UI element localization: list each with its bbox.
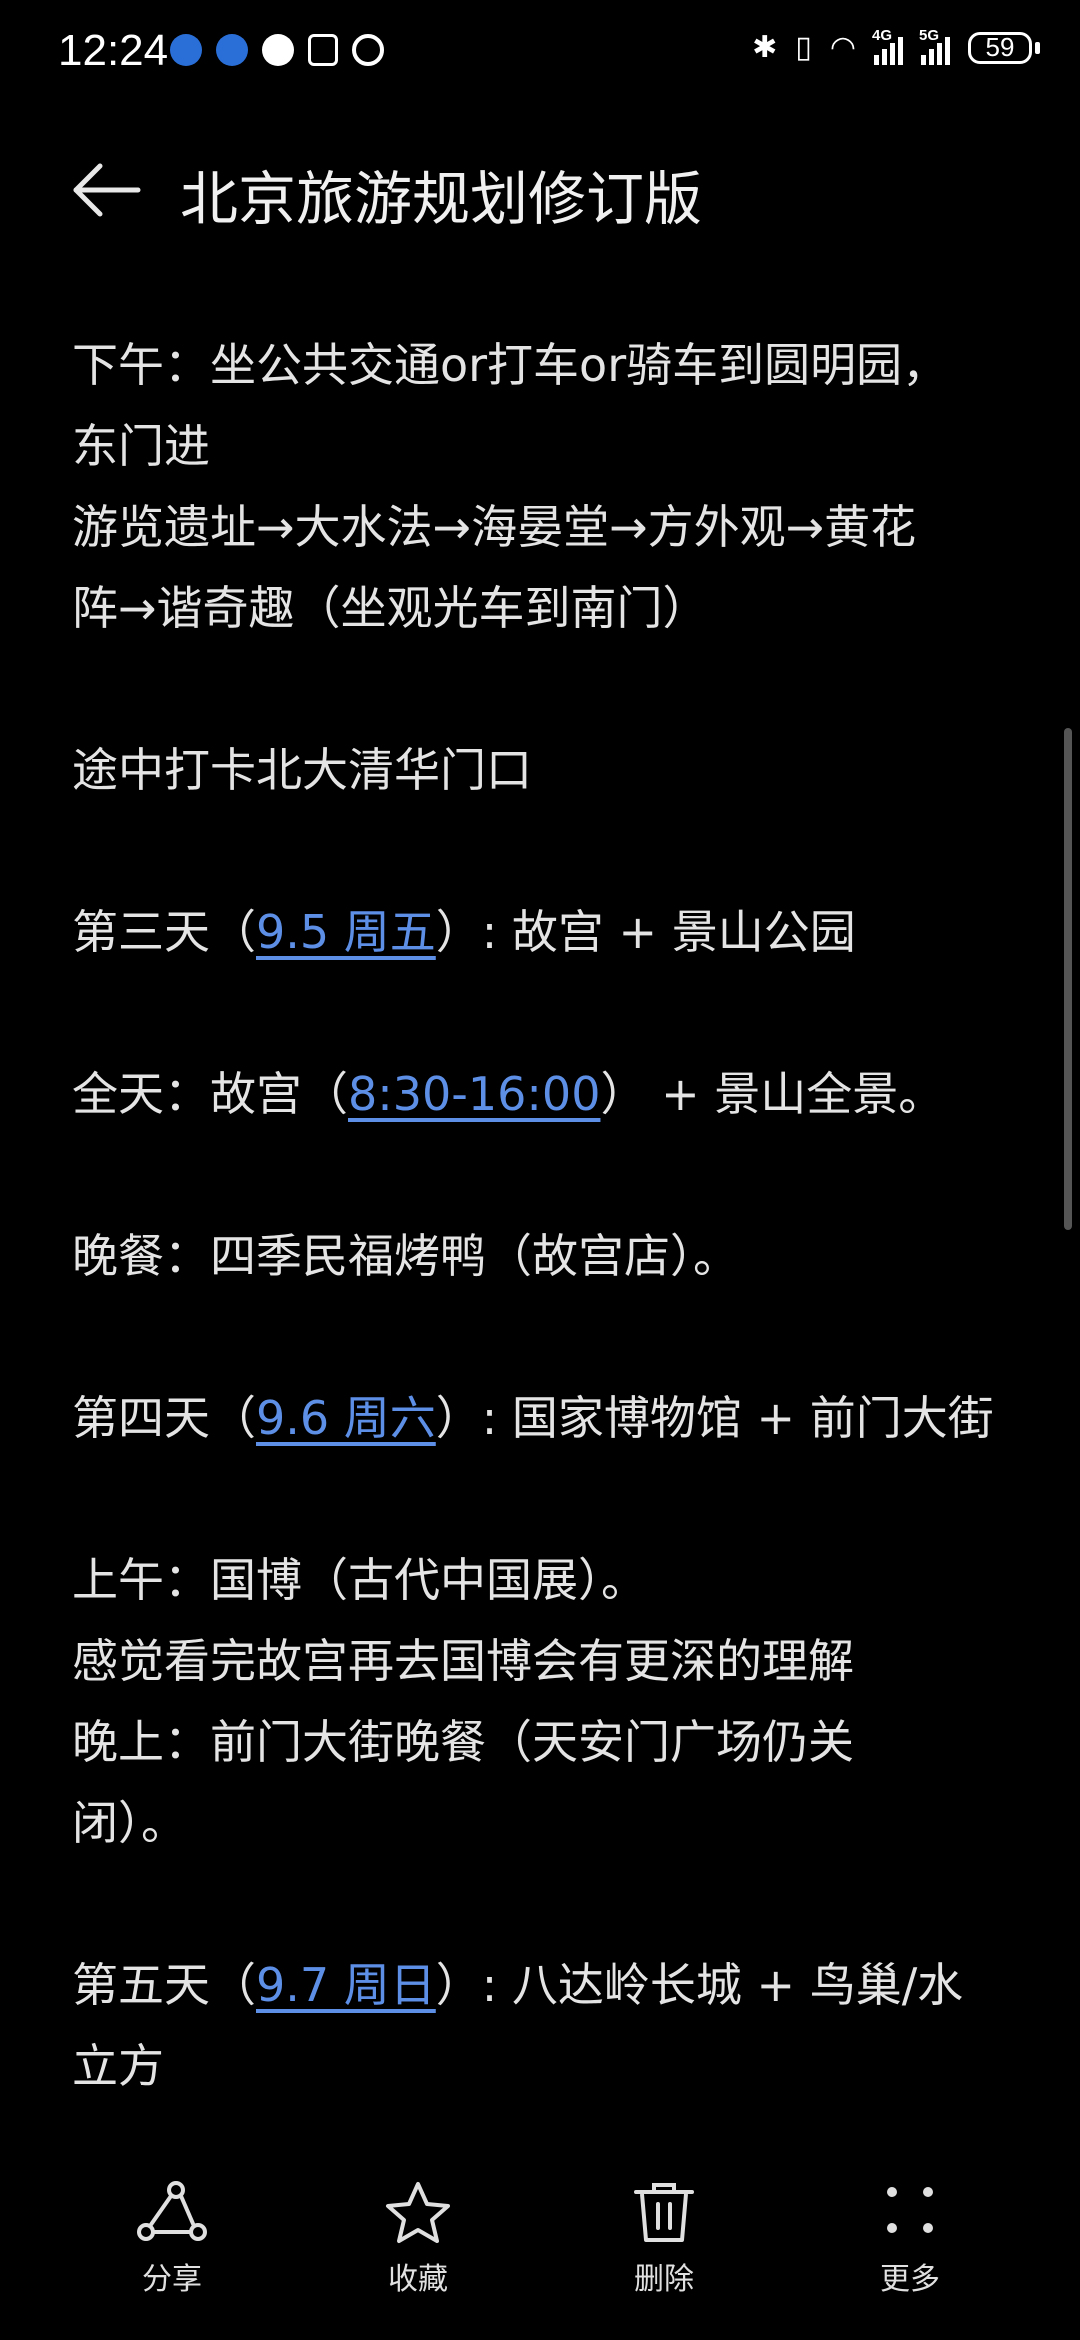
delete-button[interactable]: 删除 — [584, 2180, 744, 2298]
note-content[interactable]: 下午：坐公共交通or打车or骑车到圆明园， 东门进 游览遗址→大水法→海晏堂→方… — [72, 325, 1012, 2107]
date-link[interactable]: 9.7 周日 — [256, 1958, 436, 2012]
delete-label: 删除 — [634, 2262, 694, 2297]
text-line: 下午：坐公共交通or打车or骑车到圆明园， — [72, 338, 949, 392]
app-notification-icon — [262, 34, 294, 66]
share-icon — [137, 2181, 207, 2241]
day3-heading: 第三天（9.5 周五）: 故宫 + 景山公园 — [72, 905, 856, 959]
bottom-toolbar: 分享 收藏 删除 更多 — [0, 2140, 1080, 2340]
notification-icons — [170, 34, 384, 66]
system-icons: ✱ ▯ ◠ 4G 5G 59 — [752, 27, 1040, 65]
day4-heading: 第四天（9.6 周六）: 国家博物馆 + 前门大街 — [72, 1391, 994, 1445]
star-icon — [386, 2182, 450, 2243]
text-line: 全天：故宫（8:30-16:00） + 景山全景。 — [72, 1067, 945, 1121]
wifi-icon: ◠ — [829, 30, 856, 65]
battery-level: 59 — [968, 31, 1032, 64]
header: 北京旅游规划修订版 — [0, 130, 1080, 250]
text-line: 阵→谐奇趣（坐观光车到南门） — [72, 581, 709, 635]
status-time: 12:24 — [58, 26, 169, 75]
alarm-icon — [352, 34, 384, 66]
date-link[interactable]: 9.5 周五 — [256, 905, 436, 959]
share-label: 分享 — [142, 2262, 202, 2297]
text-line: 立方 — [72, 2039, 164, 2093]
trash-icon — [634, 2183, 694, 2242]
page-title: 北京旅游规划修订版 — [180, 165, 703, 233]
signal-4g-icon: 4G — [872, 27, 903, 65]
back-arrow-icon — [73, 163, 141, 217]
status-bar: 12:24 ✱ ▯ ◠ 4G 5G 59 — [0, 0, 1080, 104]
battery-icon: 59 — [968, 31, 1040, 64]
favorite-label: 收藏 — [388, 2262, 448, 2297]
text-line: 游览遗址→大水法→海晏堂→方外观→黄花 — [72, 500, 917, 554]
more-dots-icon — [887, 2187, 933, 2233]
text-line: 上午：国博（古代中国展）。 — [72, 1553, 647, 1607]
day5-heading: 第五天（9.7 周日）: 八达岭长城 + 鸟巢/水 — [72, 1958, 964, 2012]
text-line: 感觉看完故宫再去国博会有更深的理解 — [72, 1634, 854, 1688]
text-line: 晚餐：四季民福烤鸭（故宫店）。 — [72, 1229, 739, 1283]
app-notification-icon — [216, 34, 248, 66]
more-label: 更多 — [880, 2262, 940, 2297]
back-button[interactable] — [70, 150, 150, 230]
text-line: 晚上：前门大街晚餐（天安门广场仍关 — [72, 1715, 854, 1769]
bluetooth-icon: ✱ — [752, 30, 778, 65]
text-line: 闭）。 — [72, 1796, 187, 1850]
more-button[interactable]: 更多 — [830, 2180, 990, 2298]
date-link[interactable]: 9.6 周六 — [256, 1391, 436, 1445]
text-line: 途中打卡北大清华门口 — [72, 743, 532, 797]
nfc-icon — [308, 34, 338, 66]
vibrate-icon: ▯ — [795, 30, 812, 65]
time-link[interactable]: 8:30-16:00 — [348, 1067, 600, 1121]
scrollbar[interactable] — [1064, 728, 1072, 1230]
text-line: 东门进 — [72, 419, 210, 473]
app-notification-icon — [170, 34, 202, 66]
signal-5g-icon: 5G — [919, 27, 950, 65]
share-button[interactable]: 分享 — [92, 2180, 252, 2298]
favorite-button[interactable]: 收藏 — [338, 2180, 498, 2298]
